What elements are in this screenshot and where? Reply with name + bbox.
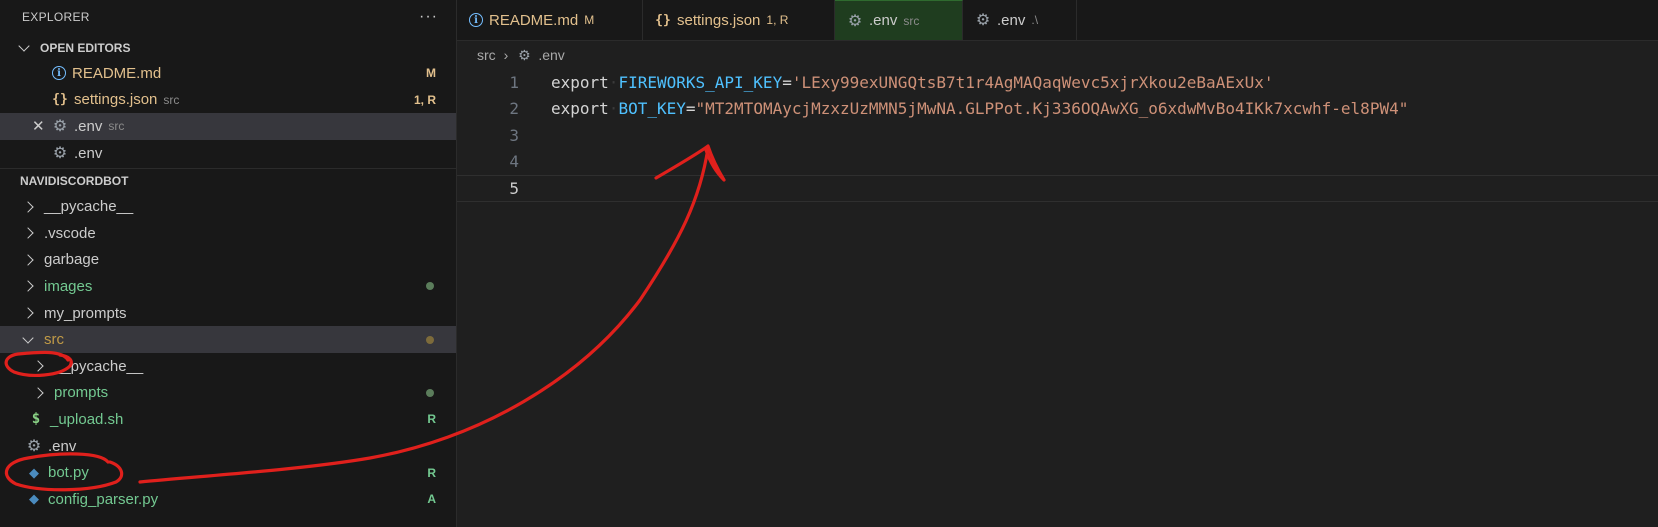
code-line[interactable]: 1 export · FIREWORKS_API_KEY = 'LExy99exUNGQ…	[457, 69, 1658, 96]
python-icon: ◆	[29, 491, 39, 507]
open-editor-env-root[interactable]: ⚙ .env	[0, 140, 456, 167]
open-editor-settings-json[interactable]: {} settings.json src 1, R	[0, 87, 456, 114]
tree-folder-images[interactable]: images	[0, 273, 456, 300]
tab-env-src[interactable]: ⚙ .env src	[835, 0, 963, 40]
breadcrumb-folder[interactable]: src	[477, 47, 496, 63]
tree-file-upload-sh[interactable]: $ _upload.sh R	[0, 406, 456, 433]
tree-folder-pycache[interactable]: __pycache__	[0, 193, 456, 220]
close-icon[interactable]: ✕	[32, 117, 52, 135]
chevron-right-icon	[22, 280, 34, 293]
tree-file-config-parser[interactable]: ◆ config_parser.py A	[0, 486, 456, 513]
tree-folder-prompts[interactable]: prompts	[0, 380, 456, 407]
tree-folder-src[interactable]: src	[0, 326, 456, 353]
explorer-title: EXPLORER	[22, 10, 90, 24]
tree-folder-garbage[interactable]: garbage	[0, 247, 456, 274]
chevron-right-icon	[22, 227, 34, 239]
json-braces-icon: {}	[655, 12, 671, 28]
tab-env-root[interactable]: ⚙ .env .\	[963, 0, 1077, 40]
gear-icon: ⚙	[975, 12, 991, 29]
info-icon: i	[469, 13, 483, 27]
tree-folder-vscode[interactable]: .vscode	[0, 220, 456, 247]
code-line[interactable]: 4	[457, 149, 1658, 176]
code-editor[interactable]: 1 export · FIREWORKS_API_KEY = 'LExy99exUNGQ…	[457, 69, 1658, 202]
tree-file-bot-py[interactable]: ◆ bot.py R	[0, 459, 456, 486]
tab-settings-json[interactable]: {} settings.json 1, R	[643, 0, 835, 40]
line-number: 4	[509, 152, 519, 172]
editor-area: i README.md M {} settings.json 1, R ⚙ .e…	[457, 0, 1658, 527]
status-badge: A	[427, 492, 436, 507]
status-dot	[426, 282, 434, 291]
explorer-header: EXPLORER ···	[0, 0, 456, 34]
dollar-icon: $	[31, 411, 41, 428]
code-line[interactable]: 2 export · BOT_KEY = "MT2MTOMAycjMzxzUzMMN5j…	[457, 96, 1658, 123]
code-line[interactable]: 3	[457, 122, 1658, 149]
status-dot	[426, 388, 434, 397]
chevron-right-icon	[32, 387, 44, 399]
breadcrumb: src › ⚙ .env	[477, 46, 565, 64]
line-number: 3	[509, 125, 519, 145]
more-actions-icon[interactable]: ···	[419, 8, 438, 26]
gear-icon: ⚙	[52, 118, 68, 136]
open-editors-heading[interactable]: OPEN EDITORS	[0, 36, 456, 60]
chevron-right-icon	[22, 307, 34, 319]
chevron-right-icon	[32, 360, 44, 372]
chevron-down-icon	[22, 331, 34, 344]
tree-file-env[interactable]: ⚙ .env	[0, 433, 456, 460]
breadcrumb-file[interactable]: .env	[538, 47, 564, 63]
gear-icon: ⚙	[26, 438, 42, 456]
code-line-current[interactable]: 5	[457, 175, 1658, 202]
info-icon: i	[52, 66, 66, 81]
chevron-down-icon	[18, 40, 30, 52]
project-heading[interactable]: NAVIDISCORDBOT	[0, 168, 456, 193]
tab-readme[interactable]: i README.md M	[457, 0, 643, 40]
status-badge: R	[427, 412, 436, 427]
gear-icon: ⚙	[52, 145, 68, 163]
tab-bar: i README.md M {} settings.json 1, R ⚙ .e…	[457, 0, 1658, 41]
line-number: 2	[509, 99, 519, 119]
status-badge: M	[426, 66, 436, 81]
gear-icon: ⚙	[518, 46, 531, 63]
chevron-right-icon	[22, 254, 34, 266]
open-editor-readme[interactable]: i README.md M	[0, 60, 456, 87]
json-braces-icon: {}	[52, 92, 68, 108]
tree-folder-src-pycache[interactable]: __pycache__	[0, 353, 456, 380]
gear-icon: ⚙	[847, 12, 863, 30]
python-icon: ◆	[29, 464, 39, 480]
tree-folder-my-prompts[interactable]: my_prompts	[0, 300, 456, 327]
explorer-sidebar: EXPLORER ··· OPEN EDITORS i README.md M …	[0, 0, 457, 527]
status-badge: 1, R	[413, 92, 436, 107]
line-number: 1	[509, 72, 519, 92]
status-badge: R	[427, 465, 436, 480]
open-editor-env-src[interactable]: ✕ ⚙ .env src	[0, 113, 456, 140]
line-number: 5	[509, 178, 519, 198]
chevron-right-icon	[22, 201, 34, 213]
status-dot	[426, 335, 434, 344]
